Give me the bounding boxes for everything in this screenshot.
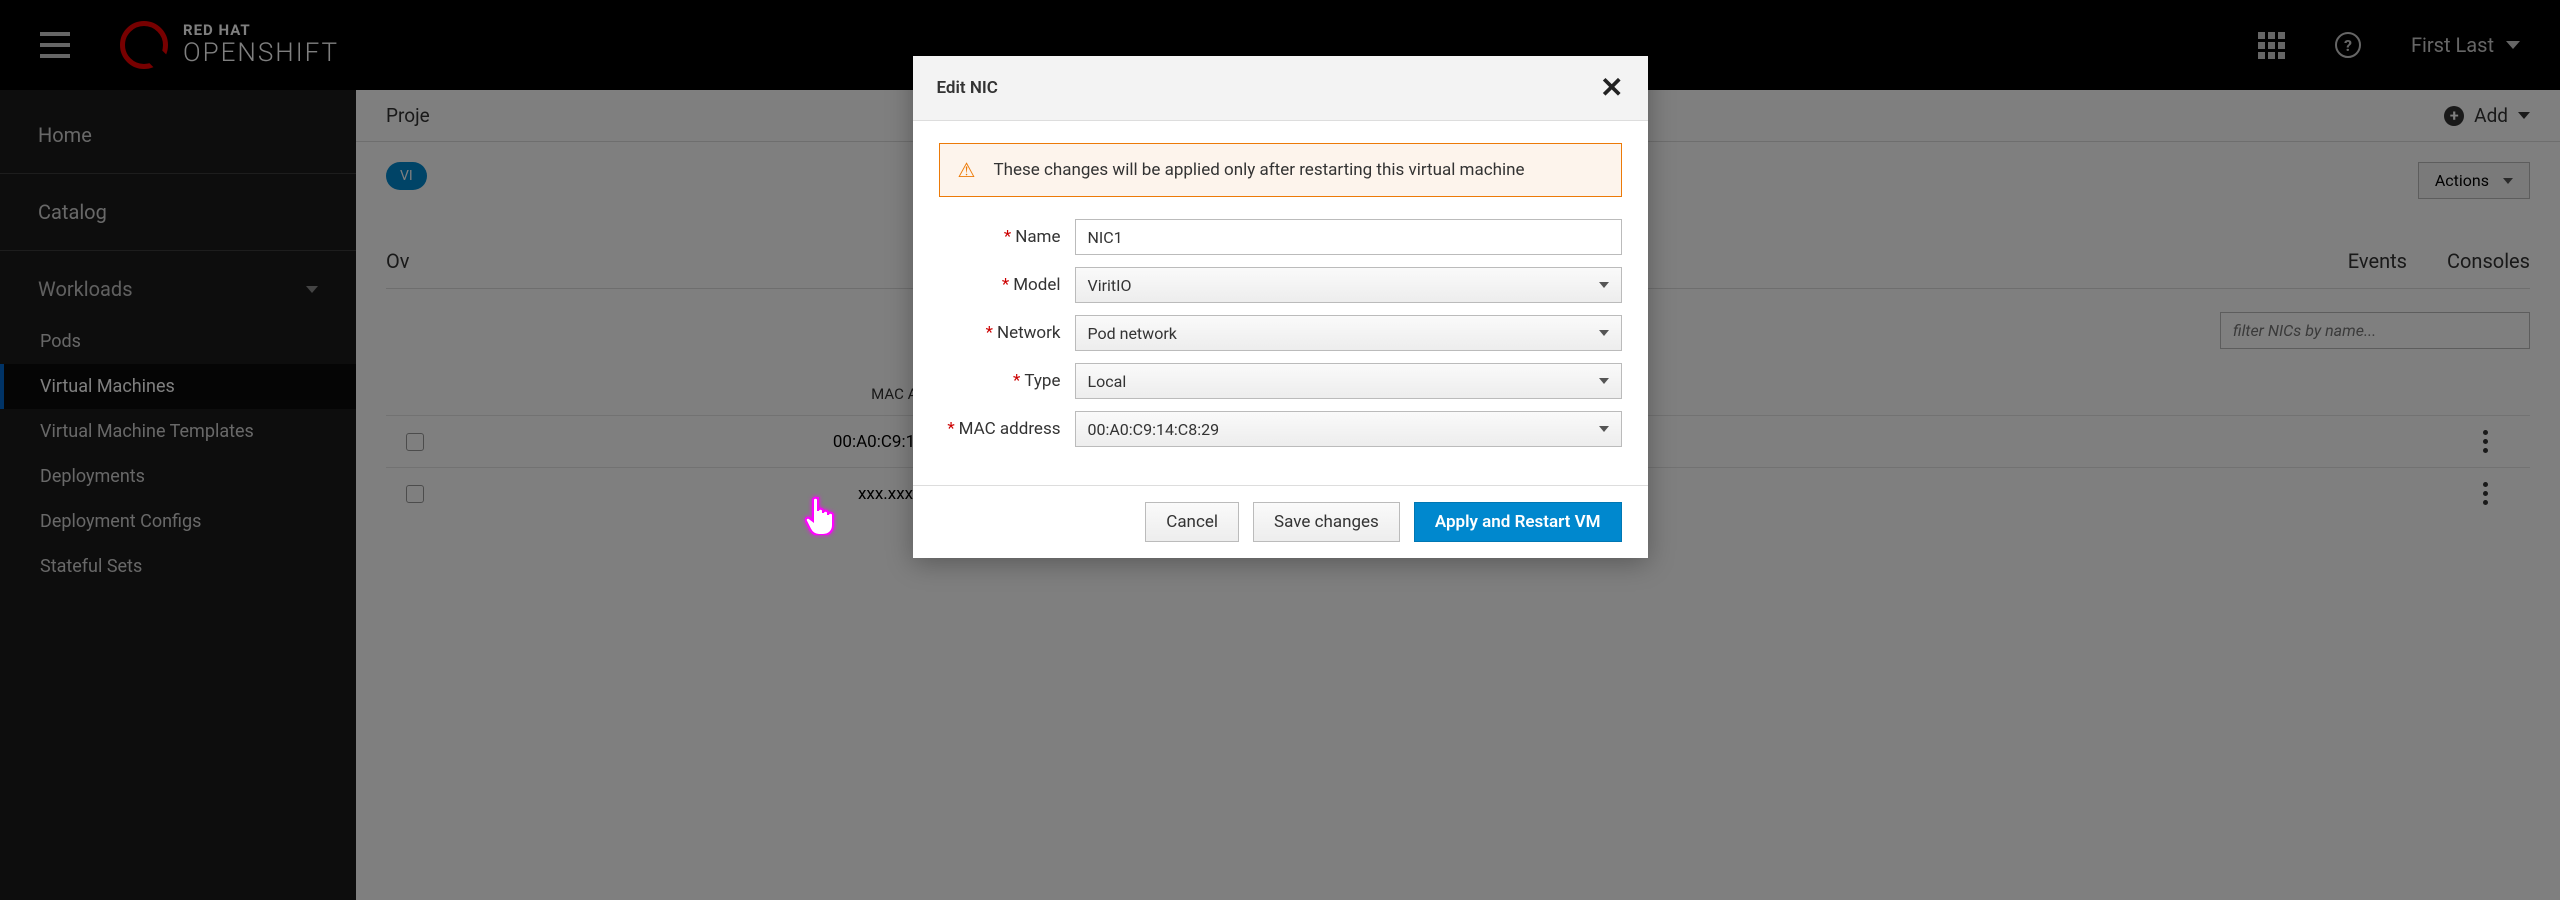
chevron-down-icon — [1599, 426, 1609, 432]
type-value: Local — [1088, 372, 1127, 391]
label-mac: MAC address — [959, 419, 1061, 439]
modal-footer: Cancel Save changes Apply and Restart VM — [913, 485, 1648, 558]
modal-overlay: Edit NIC ✕ ⚠ These changes will be appli… — [0, 0, 2560, 900]
apply-restart-button[interactable]: Apply and Restart VM — [1414, 502, 1622, 542]
save-changes-button[interactable]: Save changes — [1253, 502, 1400, 542]
mac-select[interactable]: 00:A0:C9:14:C8:29 — [1075, 411, 1622, 447]
warning-triangle-icon: ⚠ — [958, 158, 976, 182]
modal-title: Edit NIC — [937, 78, 998, 98]
label-type: Type — [1024, 371, 1060, 391]
edit-nic-modal: Edit NIC ✕ ⚠ These changes will be appli… — [913, 56, 1648, 558]
network-select[interactable]: Pod network — [1075, 315, 1622, 351]
chevron-down-icon — [1599, 330, 1609, 336]
model-select[interactable]: ViritIO — [1075, 267, 1622, 303]
restart-warning-alert: ⚠ These changes will be applied only aft… — [939, 143, 1622, 197]
close-icon[interactable]: ✕ — [1600, 74, 1623, 102]
chevron-down-icon — [1599, 378, 1609, 384]
mac-value: 00:A0:C9:14:C8:29 — [1088, 420, 1220, 439]
model-value: ViritIO — [1088, 276, 1132, 295]
label-network: Network — [997, 323, 1061, 343]
modal-header: Edit NIC ✕ — [913, 56, 1648, 121]
chevron-down-icon — [1599, 282, 1609, 288]
warning-text: These changes will be applied only after… — [993, 160, 1524, 180]
name-input[interactable] — [1075, 219, 1622, 255]
network-value: Pod network — [1088, 324, 1177, 343]
type-select[interactable]: Local — [1075, 363, 1622, 399]
cancel-button[interactable]: Cancel — [1145, 502, 1239, 542]
label-model: Model — [1013, 275, 1060, 295]
label-name: Name — [1015, 227, 1060, 247]
